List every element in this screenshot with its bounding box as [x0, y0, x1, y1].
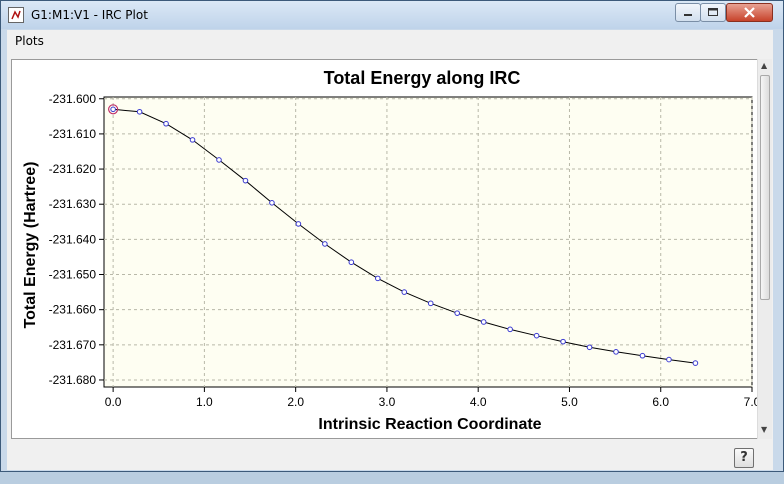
background-taskbar	[0, 472, 784, 484]
x-tick-label: 0.0	[105, 395, 122, 409]
y-tick-label: -231.600	[49, 92, 97, 106]
x-tick-label: 3.0	[379, 395, 396, 409]
data-point[interactable]	[163, 120, 169, 127]
data-point[interactable]	[454, 310, 461, 316]
data-point[interactable]	[189, 137, 196, 143]
plot-background	[103, 96, 753, 388]
x-axis-label: Intrinsic Reaction Coordinate	[318, 416, 541, 433]
data-point[interactable]	[136, 108, 143, 115]
y-tick-label: -231.670	[49, 338, 97, 352]
data-point[interactable]	[110, 106, 116, 113]
data-point[interactable]	[322, 241, 328, 247]
title-bar[interactable]: G1:M1:V1 - IRC Plot	[1, 1, 783, 29]
client-area: Total Energy along IRC 0.0 1.0 2.0 3.0 4.0 5.…	[7, 54, 773, 470]
x-tick-label: 2.0	[287, 395, 304, 409]
data-point[interactable]	[533, 332, 540, 339]
data-point[interactable]	[401, 289, 408, 295]
data-point[interactable]	[375, 275, 381, 282]
app-icon	[8, 7, 24, 23]
irc-chart: Total Energy along IRC 0.0 1.0 2.0 3.0 4.0 5.…	[22, 68, 761, 433]
data-point[interactable]	[295, 221, 302, 227]
data-point[interactable]	[692, 360, 699, 366]
window-title: G1:M1:V1 - IRC Plot	[31, 8, 148, 22]
vertical-scrollbar[interactable]: ▲ ▼	[757, 59, 772, 439]
data-point[interactable]	[560, 338, 566, 345]
maximize-button[interactable]	[700, 3, 726, 22]
data-point[interactable]	[216, 157, 222, 163]
data-point[interactable]	[666, 356, 672, 363]
y-tick-label: -231.620	[49, 162, 97, 176]
y-tick-label: -231.650	[49, 268, 97, 282]
y-tick-label: -231.660	[49, 303, 97, 317]
minimize-button[interactable]	[675, 3, 701, 22]
close-button[interactable]	[726, 3, 773, 22]
x-tick-label: 4.0	[470, 395, 487, 409]
x-tick-label: 5.0	[561, 395, 578, 409]
menu-bar: Plots	[7, 30, 773, 54]
data-point[interactable]	[586, 344, 593, 351]
y-tick-label: -231.630	[49, 197, 97, 211]
data-point[interactable]	[348, 259, 355, 266]
scroll-down-arrow-icon[interactable]: ▼	[761, 425, 767, 434]
irc-plot-window: G1:M1:V1 - IRC Plot Plots Total Energy a…	[0, 0, 784, 472]
scroll-up-arrow-icon[interactable]: ▲	[761, 61, 767, 70]
data-point[interactable]	[427, 300, 434, 307]
y-tick-label: -231.610	[49, 127, 97, 141]
help-button[interactable]: ?	[734, 448, 754, 468]
data-point[interactable]	[507, 326, 513, 333]
y-tick-label: -231.640	[49, 232, 97, 246]
data-point[interactable]	[242, 177, 249, 184]
chart-title: Total Energy along IRC	[324, 68, 521, 88]
data-point[interactable]	[639, 352, 646, 359]
data-point[interactable]	[480, 319, 487, 325]
y-tick-label: -231.680	[49, 373, 97, 387]
menu-plots[interactable]: Plots	[15, 34, 44, 48]
data-point[interactable]	[613, 349, 619, 355]
y-axis-label: Total Energy (Hartree)	[22, 162, 39, 329]
x-tick-label: 6.0	[652, 395, 669, 409]
plot-area: Total Energy along IRC 0.0 1.0 2.0 3.0 4.0 5.…	[11, 59, 764, 439]
data-point[interactable]	[269, 200, 275, 206]
x-tick-label: 1.0	[196, 395, 213, 409]
scrollbar-thumb[interactable]	[760, 75, 770, 300]
